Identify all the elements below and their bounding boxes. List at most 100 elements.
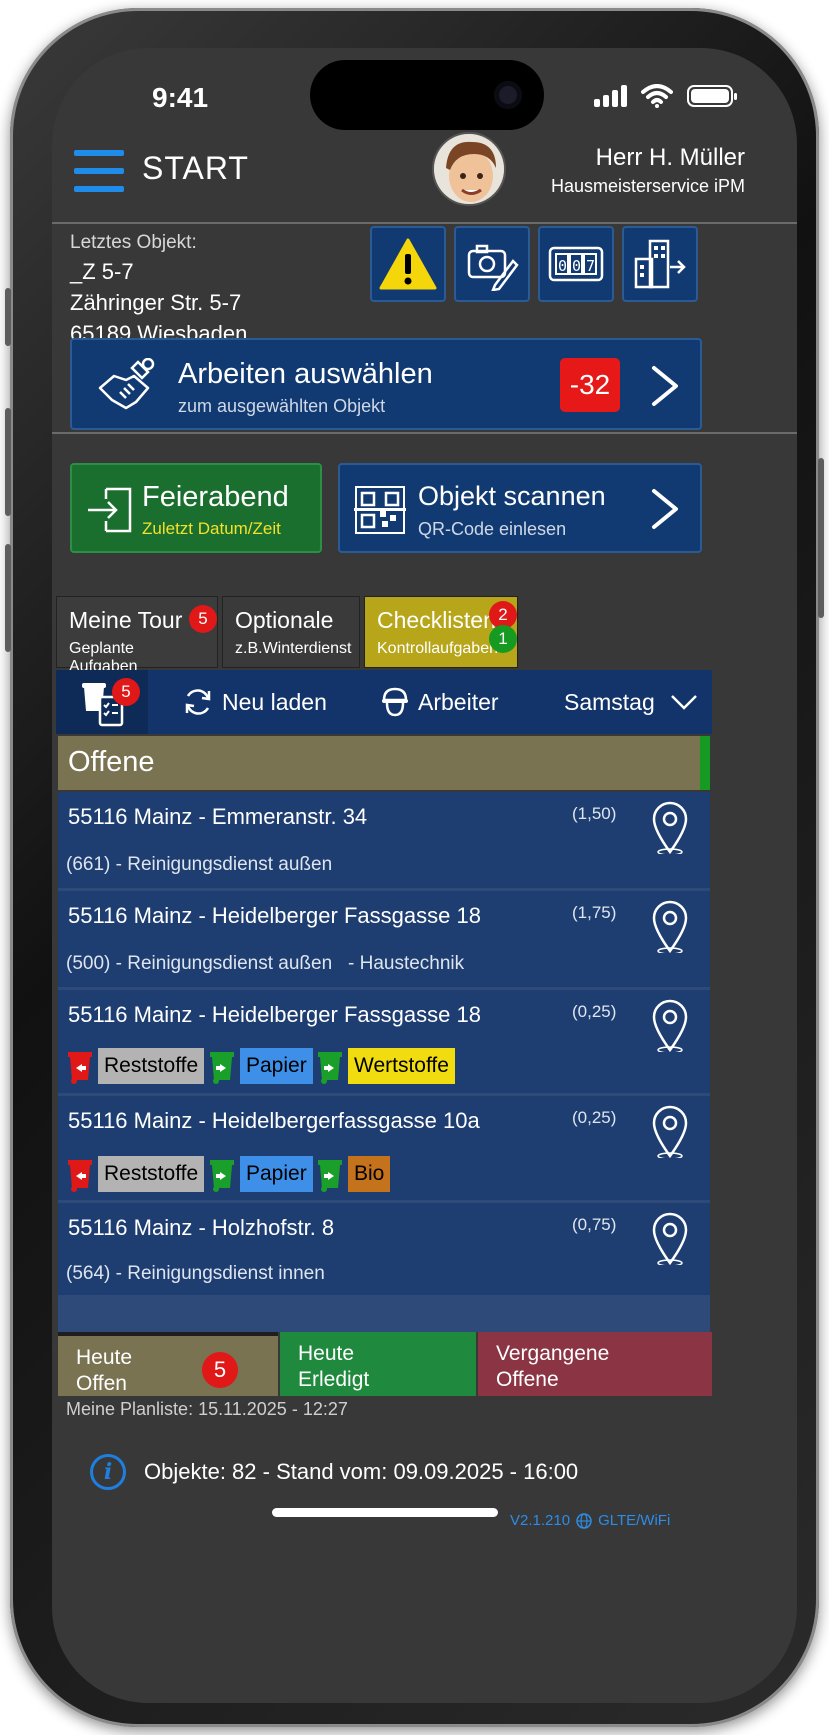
- svg-text:7: 7: [586, 257, 595, 275]
- tour-count-badge: 5: [189, 605, 217, 633]
- reload-button[interactable]: Neu laden: [182, 670, 327, 734]
- svg-text:0: 0: [572, 257, 581, 275]
- tab-optionale[interactable]: Optionale z.B.Winterdienst: [222, 596, 360, 668]
- day-label: Samstag: [564, 688, 655, 715]
- power-button: [818, 458, 824, 618]
- menu-icon[interactable]: [74, 150, 124, 192]
- phone-frame: 9:41 START Herr H. Müller Hausmeisterser…: [5, 8, 824, 1727]
- qr-code-icon: [354, 486, 406, 534]
- item-value: (0,25): [572, 1108, 617, 1127]
- scan-object-button[interactable]: Objekt scannen QR-Code einlesen: [338, 463, 702, 553]
- reload-label: Neu laden: [222, 688, 327, 715]
- item-description: (500) - Reinigungsdienst außen - Haustec…: [66, 953, 465, 974]
- camera-pencil-icon: [467, 244, 519, 291]
- item-address: 55116 Mainz - Heidelberger Fassgasse 18: [68, 1002, 481, 1027]
- leave-object-button[interactable]: [622, 226, 698, 302]
- info-icon[interactable]: i: [90, 1454, 126, 1490]
- bottom-tab-line2: Erledigt: [298, 1368, 370, 1391]
- item-description: (661) - Reinigungsdienst außen: [66, 854, 333, 875]
- user-company: Hausmeisterservice iPM: [550, 176, 745, 196]
- waste-tag-papier: Papier: [240, 1048, 313, 1084]
- list-item[interactable]: 55116 Mainz - Holzhofstr. 8 (0,75) (564)…: [58, 1203, 710, 1295]
- action-divider: [52, 432, 797, 434]
- chevron-right-icon: [652, 366, 678, 406]
- meter-reading-button[interactable]: 0 0 7: [538, 226, 614, 302]
- tab-vergangene-offene[interactable]: Vergangene Offene: [478, 1332, 712, 1396]
- scan-object-subtitle: QR-Code einlesen: [418, 519, 567, 539]
- tab-heute-erledigt[interactable]: Heute Erledigt: [280, 1332, 476, 1396]
- last-object-info: Letztes Objekt: _Z 5-7 Zähringer Str. 5-…: [70, 232, 247, 347]
- last-object-label: Letztes Objekt:: [70, 232, 197, 253]
- tab-subtitle: Kontrollaufgaben: [377, 640, 498, 657]
- warning-button[interactable]: [370, 226, 446, 302]
- select-work-button[interactable]: Arbeiten auswählen zum ausgewählten Obje…: [70, 338, 702, 430]
- last-object-code: _Z 5-7: [70, 259, 134, 284]
- red-bin-icon: [68, 1160, 92, 1192]
- status-edge: [700, 736, 710, 790]
- end-of-work-subtitle: Zuletzt Datum/Zeit: [142, 519, 281, 538]
- map-pin-icon[interactable]: [650, 998, 690, 1052]
- item-value: (0,25): [572, 1002, 617, 1021]
- page-title: START: [142, 150, 249, 186]
- section-header-offene: Offene: [58, 736, 710, 790]
- green-bin-icon: [210, 1160, 234, 1192]
- worker-label: Arbeiter: [418, 688, 499, 715]
- map-pin-icon[interactable]: [650, 800, 690, 854]
- list-item[interactable]: 55116 Mainz - Heidelberger Fassgasse 18 …: [58, 990, 710, 1093]
- select-work-subtitle: zum ausgewählten Objekt: [178, 396, 386, 416]
- section-title: Offene: [68, 746, 155, 778]
- map-pin-icon[interactable]: [650, 1104, 690, 1158]
- globe-icon: [576, 1512, 592, 1529]
- handshake-wrench-icon: [98, 358, 155, 410]
- item-address: 55116 Mainz - Holzhofstr. 8: [68, 1215, 335, 1240]
- item-description: (564) - Reinigungsdienst innen: [66, 1263, 325, 1284]
- objects-status: Objekte: 82 - Stand vom: 09.09.2025 - 16…: [144, 1459, 579, 1484]
- tab-checklisten[interactable]: Checklisten Kontrollaufgaben 2 1: [364, 596, 518, 668]
- avatar[interactable]: [432, 132, 506, 206]
- open-work-count-badge: -32: [560, 358, 620, 412]
- scan-object-title: Objekt scannen: [418, 481, 606, 511]
- item-value: (1,50): [572, 804, 617, 823]
- refresh-icon: [185, 689, 211, 715]
- worker-helmet-icon: [382, 687, 408, 717]
- bottom-tab-line2: Offen: [76, 1372, 127, 1395]
- dynamic-island: [310, 60, 544, 130]
- green-bin-icon: [318, 1052, 342, 1084]
- front-camera: [494, 81, 522, 109]
- list-item[interactable]: 55116 Mainz - Emmeranstr. 34 (1,50) (661…: [58, 792, 710, 888]
- version-info: V2.1.210 GLTE/WiFi: [510, 1512, 670, 1529]
- user-name: Herr H. Müller: [595, 144, 745, 171]
- map-pin-icon[interactable]: [650, 1211, 690, 1265]
- bins-count-badge: 5: [112, 678, 140, 706]
- version-label: V2.1.210: [510, 1512, 571, 1529]
- checklist-done-badge: 1: [489, 625, 517, 653]
- waste-tag-reststoffe: Reststoffe: [98, 1048, 205, 1084]
- day-select[interactable]: Samstag: [564, 670, 699, 734]
- waste-tag-wertstoffe: Wertstoffe: [348, 1048, 455, 1084]
- map-pin-icon[interactable]: [650, 899, 690, 953]
- bottom-tab-line1: Heute: [298, 1342, 355, 1365]
- bottom-tab-line1: Heute: [76, 1346, 133, 1369]
- end-of-work-button[interactable]: Feierabend Zuletzt Datum/Zeit: [70, 463, 322, 553]
- home-indicator[interactable]: [272, 1508, 498, 1517]
- last-object-street: Zähringer Str. 5-7: [70, 290, 242, 315]
- planliste-timestamp: Meine Planliste: 15.11.2025 - 12:27: [66, 1399, 348, 1419]
- volume-down-button: [5, 544, 11, 652]
- list-item[interactable]: 55116 Mainz - Heidelbergerfassgasse 10a …: [58, 1096, 710, 1200]
- end-of-work-title: Feierabend: [142, 481, 289, 513]
- worker-button[interactable]: Arbeiter: [380, 670, 499, 734]
- task-list: 55116 Mainz - Emmeranstr. 34 (1,50) (661…: [58, 792, 710, 1332]
- list-item[interactable]: 55116 Mainz - Heidelberger Fassgasse 18 …: [58, 891, 710, 987]
- photo-note-button[interactable]: [454, 226, 530, 302]
- tab-meine-tour[interactable]: Meine Tour Geplante Aufgaben 5: [56, 596, 218, 675]
- waste-tag-papier: Papier: [240, 1156, 313, 1192]
- action-button: [5, 288, 11, 346]
- today-open-badge: 5: [202, 1352, 238, 1388]
- select-work-title: Arbeiten auswählen: [178, 358, 433, 390]
- battery-icon: [687, 85, 737, 107]
- tab-heute-offen[interactable]: Heute Offen 5: [58, 1332, 278, 1396]
- chevron-right-icon: [652, 489, 678, 529]
- tab-title: Checklisten: [377, 607, 496, 633]
- app-screen: 9:41 START Herr H. Müller Hausmeisterser…: [52, 48, 797, 1703]
- bins-button[interactable]: 5: [56, 670, 148, 734]
